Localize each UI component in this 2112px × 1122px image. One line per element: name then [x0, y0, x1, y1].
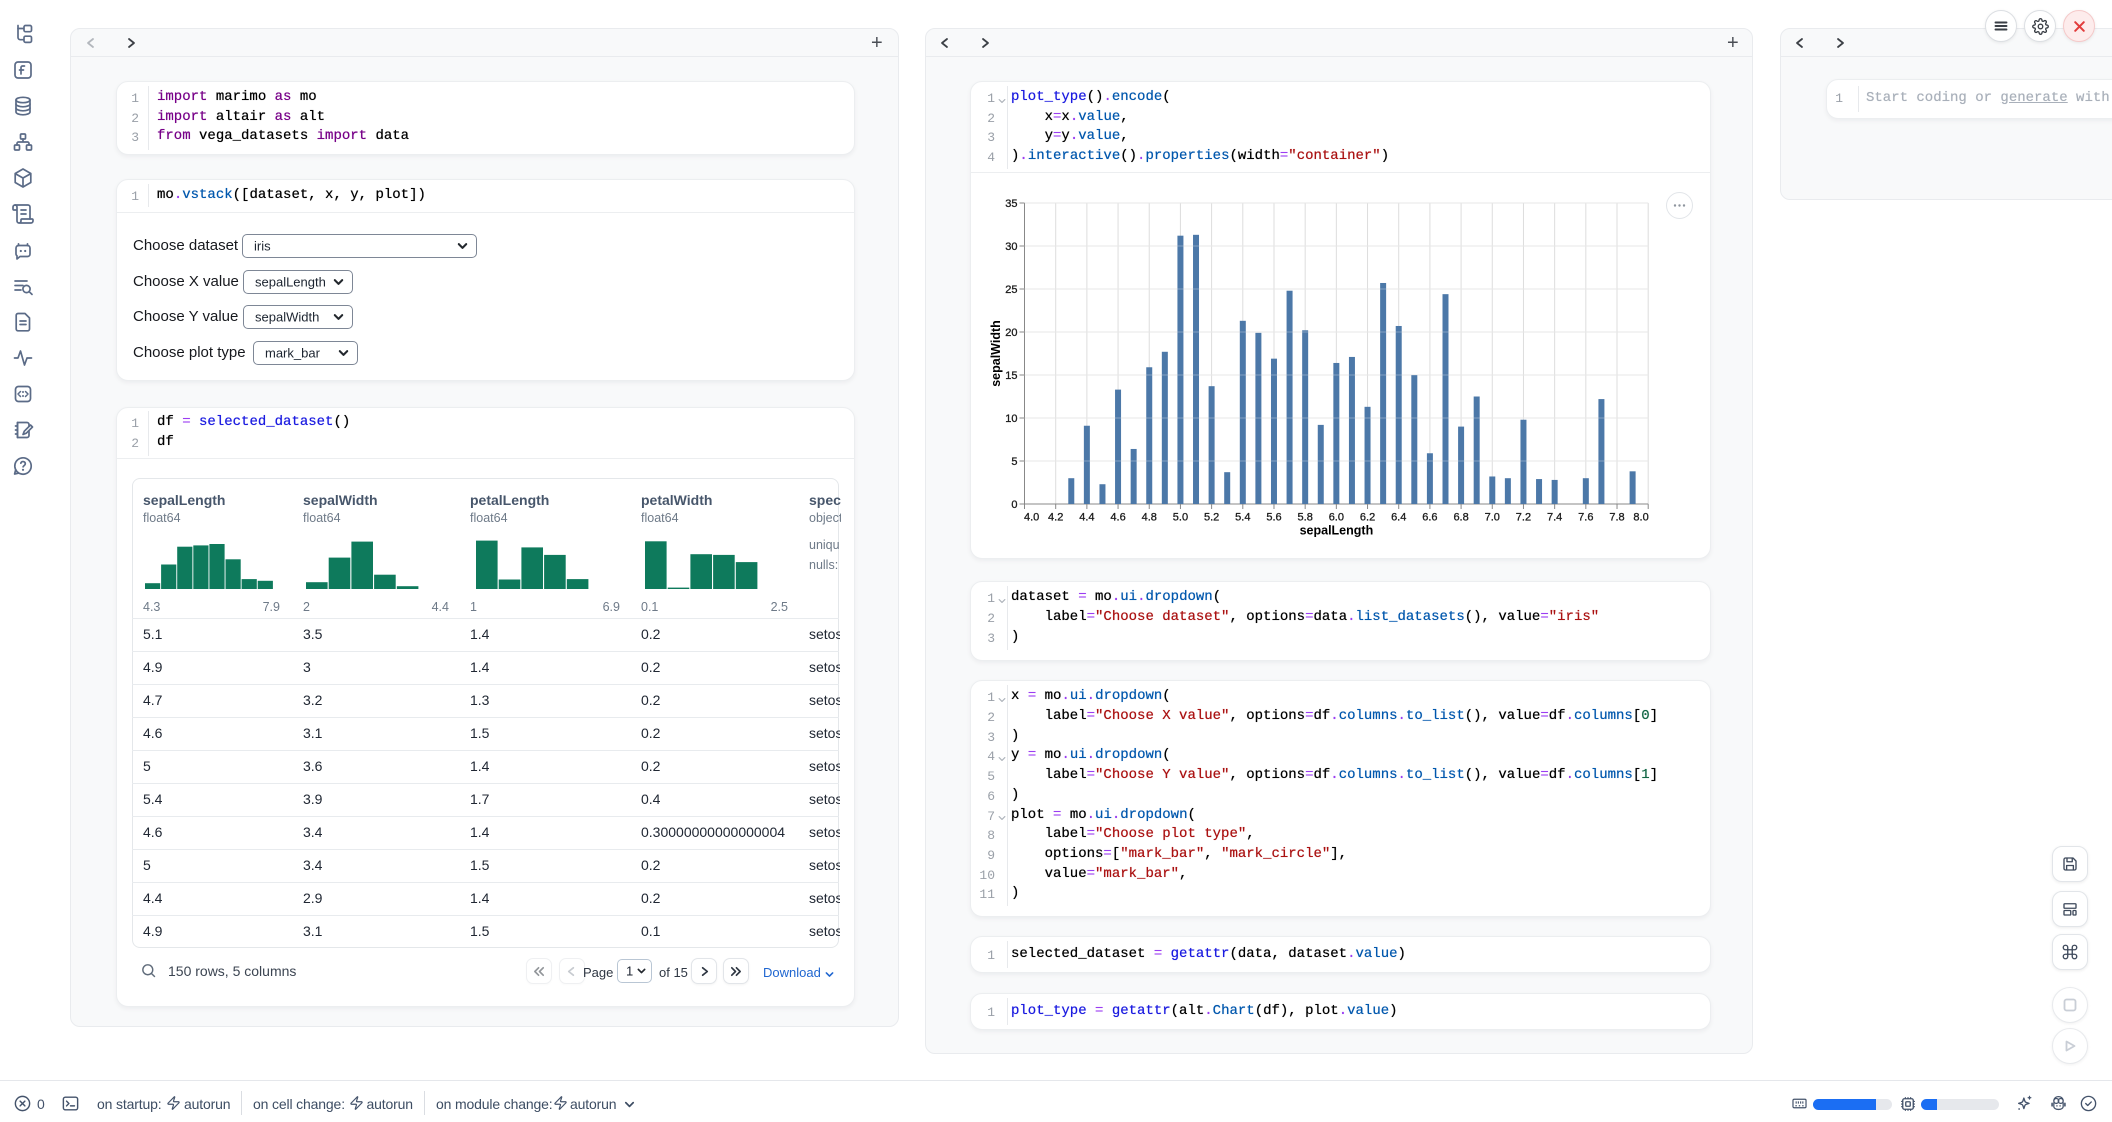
svg-text:5.2: 5.2	[1204, 511, 1219, 523]
svg-text:7.0: 7.0	[1485, 511, 1500, 523]
svg-text:7.8: 7.8	[1609, 511, 1624, 523]
svg-text:20: 20	[1005, 326, 1017, 338]
svg-text:5.4: 5.4	[1235, 511, 1250, 523]
svg-text:5.6: 5.6	[1266, 511, 1281, 523]
svg-text:0: 0	[1011, 498, 1017, 510]
svg-text:5: 5	[1011, 455, 1017, 467]
svg-text:sepalLength: sepalLength	[1300, 523, 1374, 537]
svg-text:4.8: 4.8	[1142, 511, 1157, 523]
svg-text:30: 30	[1005, 240, 1017, 252]
svg-text:7.4: 7.4	[1547, 511, 1562, 523]
svg-text:6.6: 6.6	[1422, 511, 1437, 523]
svg-text:4.0: 4.0	[1024, 511, 1039, 523]
svg-text:6.4: 6.4	[1391, 511, 1406, 523]
svg-text:25: 25	[1005, 283, 1017, 295]
svg-text:5.0: 5.0	[1173, 511, 1188, 523]
svg-text:7.2: 7.2	[1516, 511, 1531, 523]
svg-text:6.8: 6.8	[1453, 511, 1468, 523]
svg-text:6.0: 6.0	[1329, 511, 1344, 523]
svg-text:4.6: 4.6	[1110, 511, 1125, 523]
svg-text:4.4: 4.4	[1079, 511, 1094, 523]
svg-text:10: 10	[1005, 412, 1017, 424]
svg-text:4.2: 4.2	[1048, 511, 1063, 523]
svg-text:35: 35	[1005, 197, 1017, 209]
svg-text:8.0: 8.0	[1633, 511, 1648, 523]
svg-text:15: 15	[1005, 369, 1017, 381]
svg-text:5.8: 5.8	[1298, 511, 1313, 523]
svg-text:7.6: 7.6	[1578, 511, 1593, 523]
svg-text:sepalWidth: sepalWidth	[989, 320, 1003, 387]
svg-text:6.2: 6.2	[1360, 511, 1375, 523]
